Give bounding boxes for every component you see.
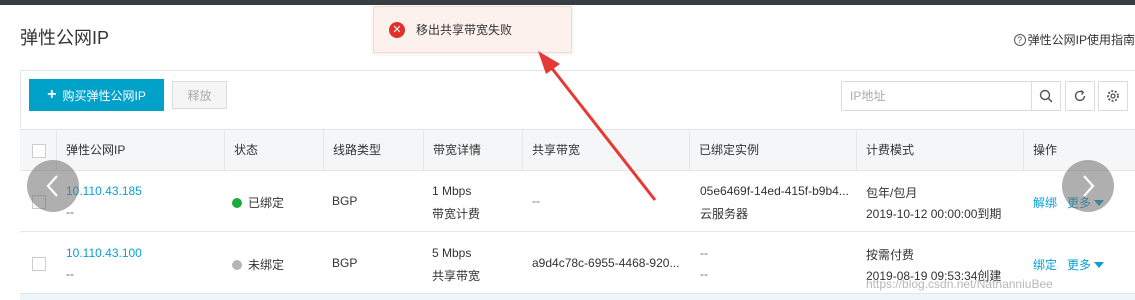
table-row: 10.110.43.185 -- 已绑定 BGP 1 Mbps 带宽计费 -- … [20,171,1135,232]
bound-instance-id: -- [700,246,708,260]
billing-mode: 包年/包月 [866,186,918,200]
refresh-button[interactable] [1065,81,1095,111]
bandwidth-value: 5 Mbps [432,246,472,260]
error-toast: ✕ 移出共享带宽失败 [373,6,572,53]
bound-instance-type: -- [700,267,708,281]
plus-icon: + [47,86,57,103]
column-header[interactable]: 共享带宽 [522,130,690,172]
status-badge: 未绑定 [232,256,284,273]
search-button[interactable] [1031,81,1061,111]
column-header[interactable]: 已绑定实例 [689,130,857,172]
unbind-link[interactable]: 解绑 [1033,194,1057,211]
caret-down-icon [1094,262,1105,268]
column-header[interactable]: 线路类型 [323,130,423,172]
billing-date: 2019-10-12 00:00:00到期 [866,207,1002,221]
status-dot-icon [232,260,242,270]
eip-address-link[interactable]: 10.110.43.100 [66,246,142,260]
search-icon [1039,89,1053,103]
status-badge: 已绑定 [232,194,284,211]
help-icon: ? [1013,33,1026,46]
bound-instance-id: 05e6469f-14ed-415f-b9b4... [700,184,849,198]
settings-button[interactable] [1098,81,1128,111]
buy-eip-button[interactable]: + 购买弹性公网IP [29,79,164,111]
select-all-checkbox[interactable] [32,144,46,158]
toast-message: 移出共享带宽失败 [416,23,513,37]
bandwidth-type: 带宽计费 [432,207,481,221]
column-header[interactable]: 计费模式 [856,130,1024,172]
gear-icon [1107,90,1119,102]
column-header[interactable]: 状态 [224,130,324,172]
watermark: https://blog.csdn.net/NathanniuBee [866,277,1053,291]
status-text: 未绑定 [248,258,285,272]
table-header: 弹性公网IP 状态 线路类型 带宽详情 共享带宽 已绑定实例 计费模式 操作 [20,129,1135,172]
chevron-left-icon [46,175,58,197]
billing-mode: 按需付费 [866,248,915,262]
more-dropdown[interactable]: 更多 [1067,256,1105,273]
bind-link[interactable]: 绑定 [1033,256,1057,273]
bandwidth-type: 共享带宽 [432,269,481,283]
scroll-left-button[interactable] [27,160,79,212]
chevron-right-icon [1083,175,1095,197]
bound-instance-type: 云服务器 [700,207,749,221]
eip-name: -- [66,267,74,281]
refresh-icon [1074,89,1086,102]
column-header[interactable]: 带宽详情 [423,130,523,172]
error-icon: ✕ [389,21,405,38]
line-type: BGP [332,194,358,208]
shared-bandwidth: -- [532,194,540,208]
scroll-right-button[interactable] [1062,160,1114,212]
top-bar [0,0,1135,5]
ip-search-input[interactable] [841,81,1032,111]
row-checkbox[interactable] [32,257,46,271]
help-link[interactable]: ? 弹性公网IP使用指南 [1013,31,1135,48]
status-dot-icon [232,198,242,208]
help-link-label: 弹性公网IP使用指南 [1027,33,1135,47]
page-title: 弹性公网IP [20,28,110,48]
table-footer-strip [20,294,1135,300]
release-button[interactable]: 释放 [172,81,227,109]
more-label: 更多 [1067,258,1092,272]
status-text: 已绑定 [248,196,285,210]
line-type: BGP [332,256,358,270]
shared-bandwidth: a9d4c78c-6955-4468-920... [532,256,680,270]
column-header[interactable]: 弹性公网IP [56,130,224,172]
bandwidth-value: 1 Mbps [432,184,472,198]
buy-eip-label: 购买弹性公网IP [62,88,146,103]
